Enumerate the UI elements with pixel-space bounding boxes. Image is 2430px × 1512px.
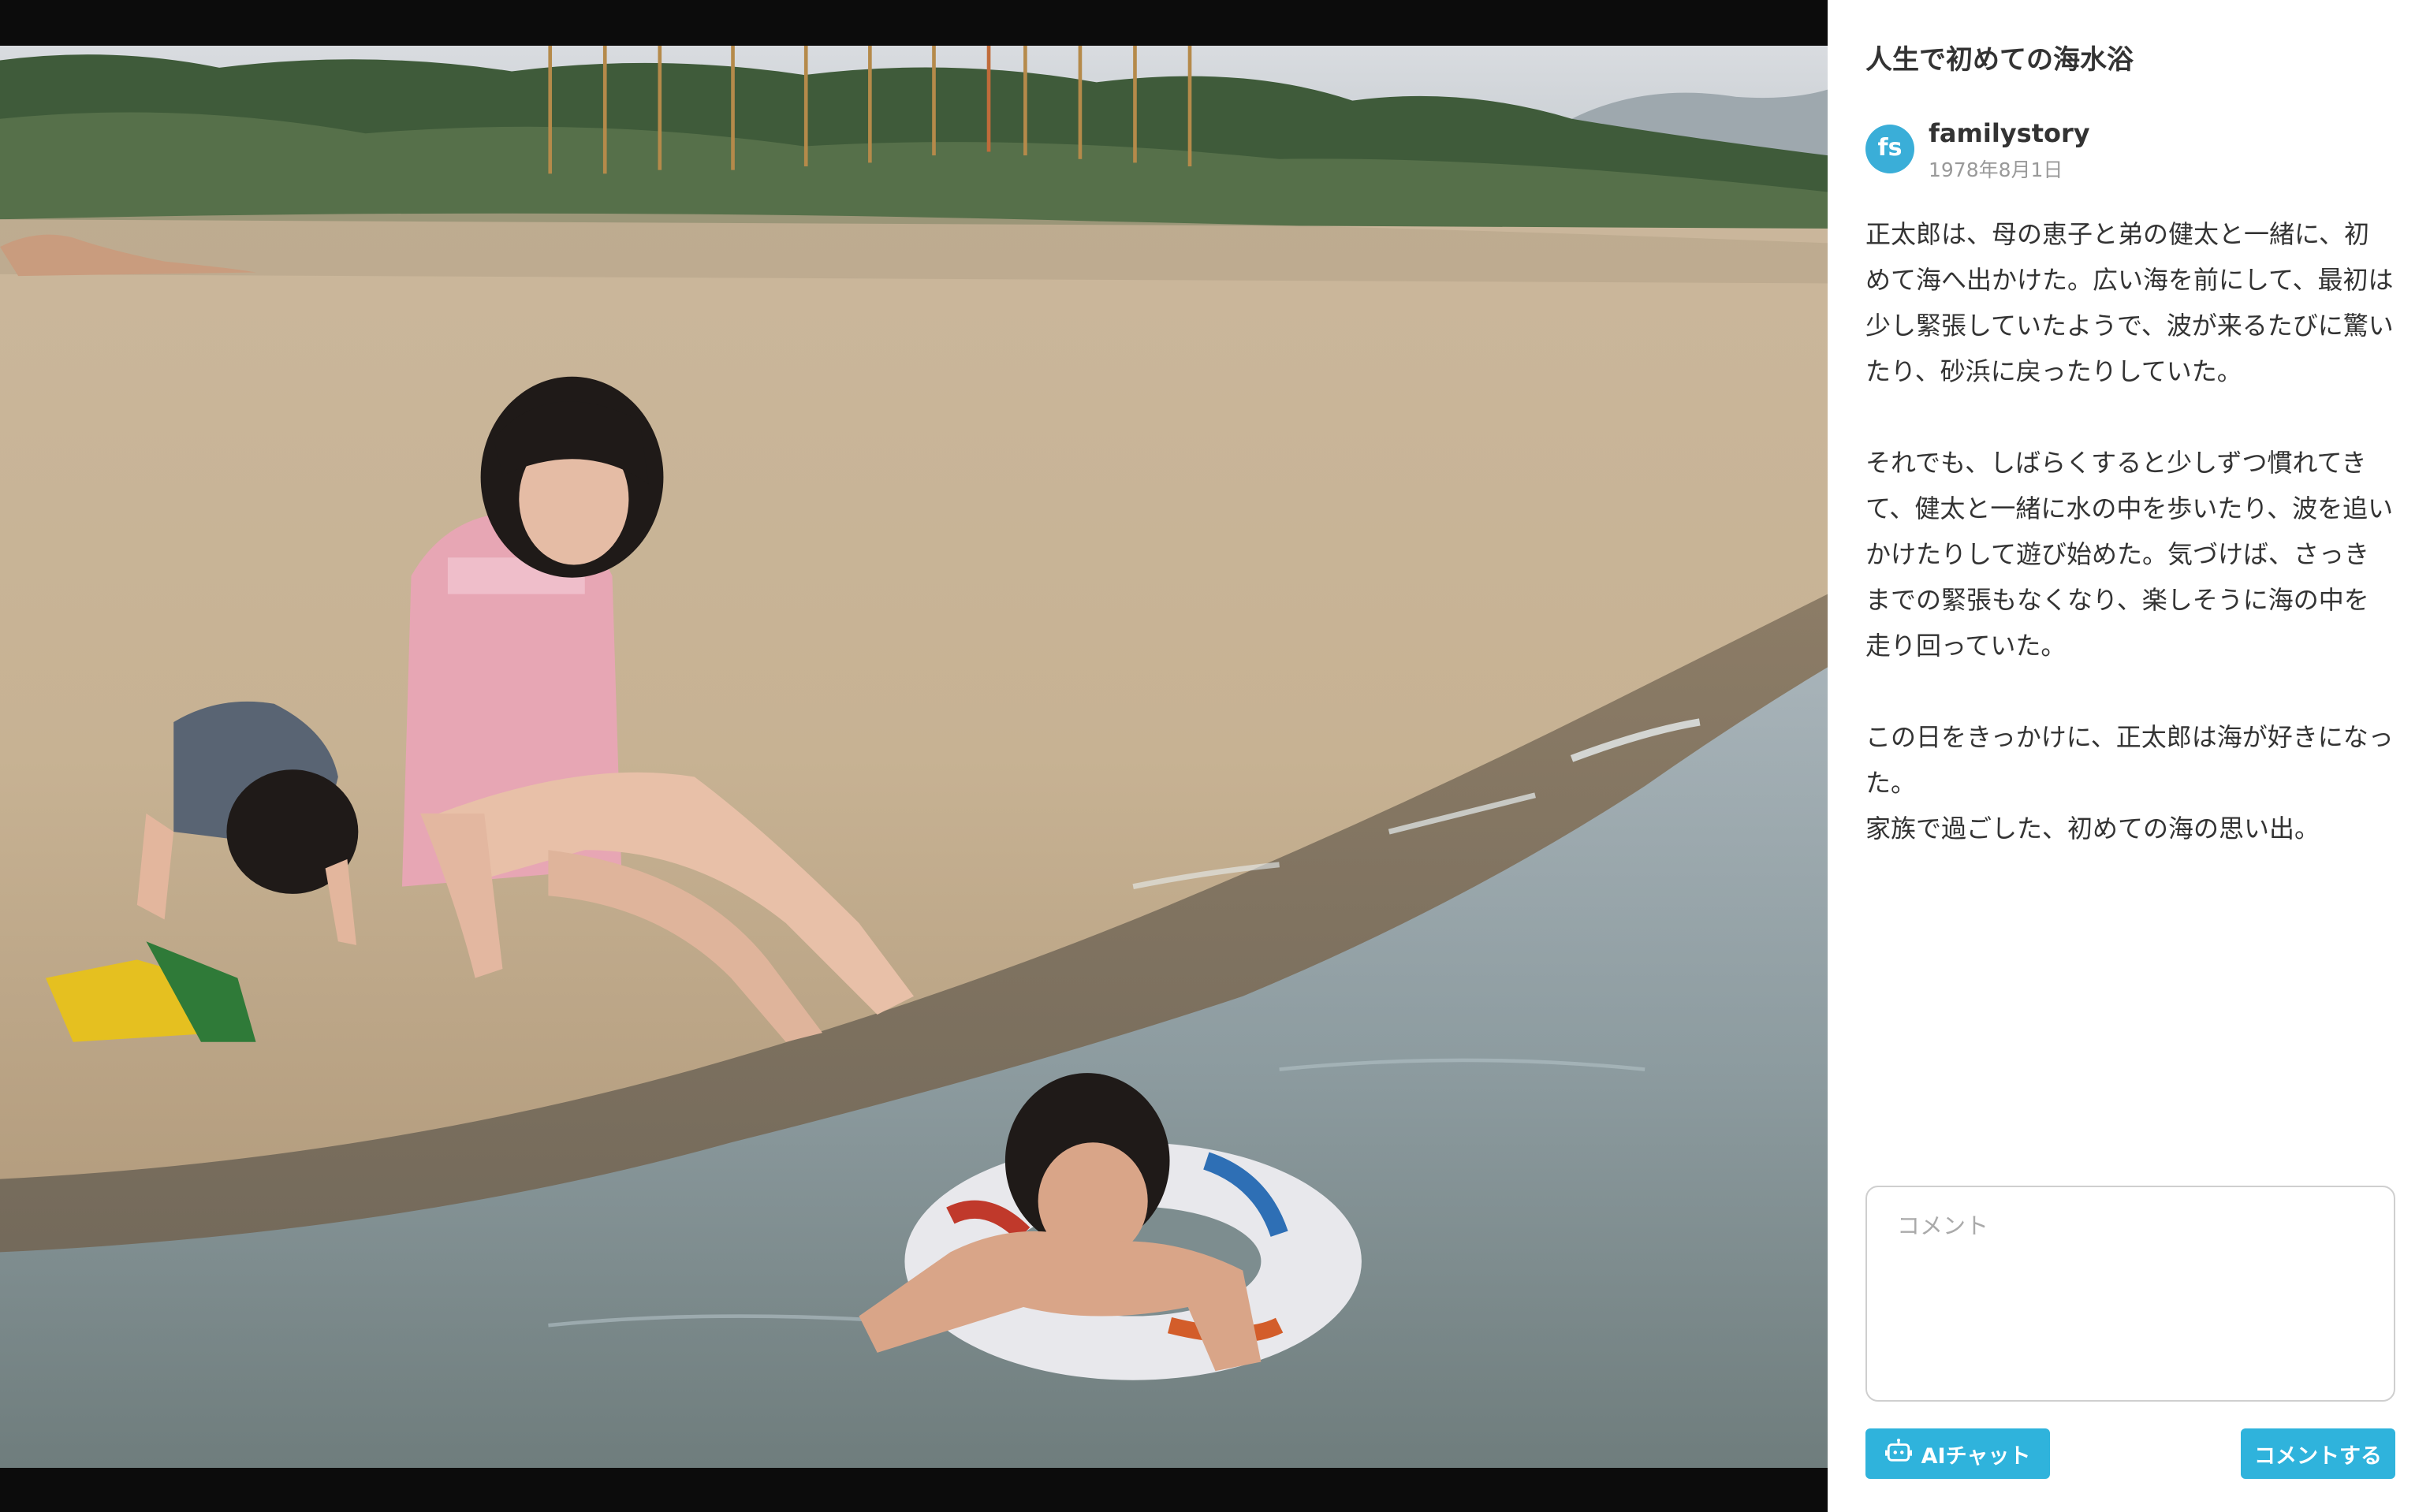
robot-icon	[1884, 1438, 1912, 1470]
post-photo[interactable]	[0, 46, 1828, 1468]
comment-input[interactable]	[1865, 1186, 2395, 1402]
author-avatar[interactable]: fs	[1865, 125, 1914, 173]
post-paragraph: それでも、しばらくすると少しずつ慣れてきて、健太と一緒に水の中を歩いたり、波を追…	[1865, 448, 2394, 661]
post-title: 人生で初めての海水浴	[1865, 44, 2134, 76]
post-detail-panel: 人生で初めての海水浴 fs familystory 1978年8月1日 正太郎は…	[1828, 0, 2430, 1512]
author-name[interactable]: familystory	[1929, 118, 2090, 148]
beach-photo-image	[0, 46, 1828, 1468]
comment-submit-button[interactable]: コメントする	[2241, 1428, 2395, 1479]
post-paragraph: この日をきっかけに、正太郎は海が好きになった。 家族で過ごした、初めての海の思い…	[1865, 722, 2394, 844]
post-body: 正太郎は、母の恵子と弟の健太と一緒に、初めて海へ出かけた。広い海を前にして、最初…	[1865, 211, 2394, 851]
post-date: 1978年8月1日	[1929, 158, 2063, 181]
photo-viewer	[0, 0, 1828, 1512]
post-author: fs familystory 1978年8月1日	[1865, 118, 2370, 184]
post-paragraph: 正太郎は、母の恵子と弟の健太と一緒に、初めて海へ出かけた。広い海を前にして、最初…	[1865, 219, 2394, 386]
ai-chat-button[interactable]: AIチャット	[1865, 1428, 2050, 1479]
ai-chat-label: AIチャット	[1921, 1443, 2031, 1469]
